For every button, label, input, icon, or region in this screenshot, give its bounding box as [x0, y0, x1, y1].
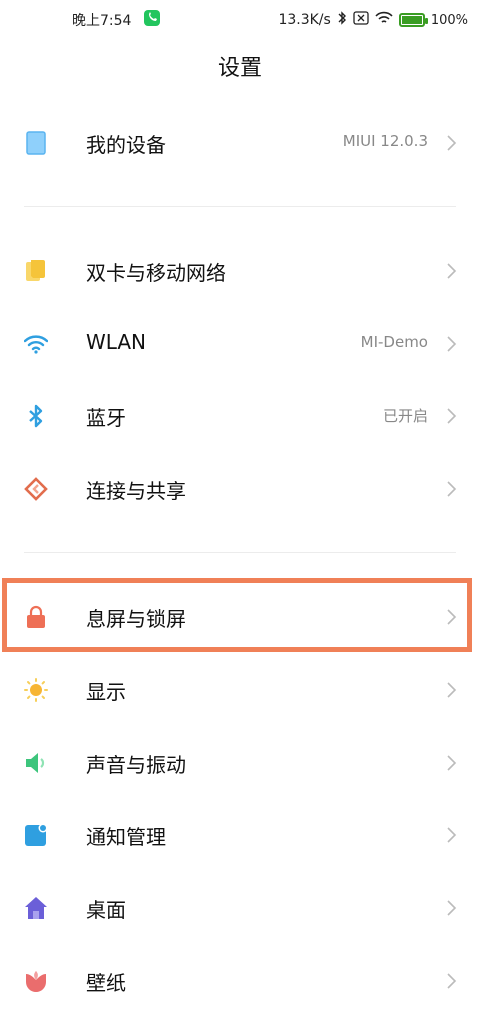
settings-item-notifications[interactable]: 通知管理: [0, 799, 480, 871]
bluetooth-icon: [24, 404, 48, 428]
settings-item-label: 桌面: [86, 898, 126, 922]
speaker-icon: [24, 751, 48, 775]
settings-item-label: 壁纸: [86, 971, 126, 995]
status-bar: 晚上7:54 13.3K/s 100%: [0, 0, 480, 38]
lock-icon: [24, 605, 48, 629]
notification-icon: [24, 823, 48, 847]
settings-item-display[interactable]: 显示: [0, 654, 480, 726]
chevron-right-icon: [446, 899, 458, 917]
chevron-right-icon: [446, 826, 458, 844]
connect-share-icon: [24, 477, 48, 501]
battery-icon: [398, 13, 428, 27]
settings-item-label: 息屏与锁屏: [86, 607, 186, 631]
device-icon: [24, 131, 48, 155]
chevron-right-icon: [446, 681, 458, 699]
settings-item-label: 显示: [86, 680, 126, 704]
settings-item-label: WLAN: [86, 330, 147, 354]
call-indicator-icon: [144, 10, 160, 26]
status-indicators: 13.3K/s 100%: [278, 10, 468, 30]
settings-item-value: MI-Demo: [360, 333, 428, 351]
settings-item-sound[interactable]: 声音与振动: [0, 727, 480, 799]
settings-item-my-device[interactable]: 我的设备 MIUI 12.0.3: [0, 107, 480, 179]
settings-item-dual-sim[interactable]: 双卡与移动网络: [0, 235, 480, 307]
settings-item-wlan[interactable]: WLAN MI-Demo: [0, 308, 480, 380]
chevron-right-icon: [446, 134, 458, 152]
settings-item-label: 声音与振动: [86, 753, 186, 777]
flower-icon: [24, 969, 48, 993]
chevron-right-icon: [446, 754, 458, 772]
settings-item-value: MIUI 12.0.3: [342, 132, 428, 150]
settings-item-label: 通知管理: [86, 825, 166, 849]
chevron-right-icon: [446, 262, 458, 280]
wifi-icon: [23, 332, 49, 356]
settings-item-lock-screen[interactable]: 息屏与锁屏: [0, 581, 480, 653]
settings-item-wallpaper[interactable]: 壁纸: [0, 945, 480, 1017]
sim-card-icon: [24, 259, 48, 283]
chevron-right-icon: [446, 972, 458, 990]
network-speed: 13.3K/s: [278, 12, 331, 28]
settings-item-connect-share[interactable]: 连接与共享: [0, 453, 480, 525]
divider: [24, 206, 456, 207]
settings-item-label: 连接与共享: [86, 479, 186, 503]
page-title: 设置: [217, 56, 262, 81]
chevron-right-icon: [446, 407, 458, 425]
divider: [24, 552, 456, 553]
status-time: 晚上7:54: [72, 13, 132, 29]
sim-off-icon: [353, 11, 369, 29]
settings-item-value: 已开启: [382, 407, 428, 425]
home-icon: [24, 896, 48, 920]
battery-percent: 100%: [430, 12, 468, 28]
wifi-status-icon: [375, 11, 393, 29]
sun-icon: [24, 678, 48, 702]
settings-item-label: 蓝牙: [86, 406, 126, 430]
bluetooth-status-icon: [337, 10, 347, 30]
chevron-right-icon: [446, 608, 458, 626]
chevron-right-icon: [446, 335, 458, 353]
settings-item-label: 双卡与移动网络: [86, 261, 226, 285]
chevron-right-icon: [446, 480, 458, 498]
settings-item-label: 我的设备: [86, 133, 166, 157]
settings-item-bluetooth[interactable]: 蓝牙 已开启: [0, 380, 480, 452]
settings-item-home[interactable]: 桌面: [0, 872, 480, 944]
